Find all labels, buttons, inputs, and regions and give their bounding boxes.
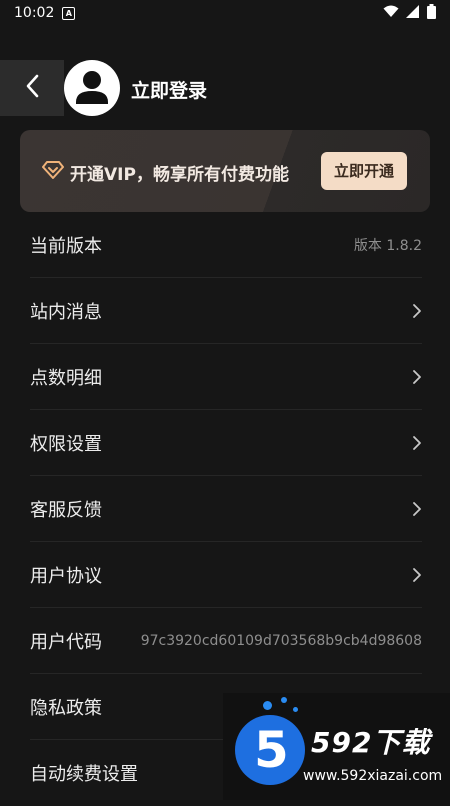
notification-icon: A: [62, 6, 76, 20]
menu-item-points[interactable]: 点数明细: [30, 344, 422, 410]
menu-item-user-agreement[interactable]: 用户协议: [30, 542, 422, 608]
logo-dot: [293, 707, 298, 712]
menu-item-permissions[interactable]: 权限设置: [30, 410, 422, 476]
vip-promo-text: 开通VIP，畅享所有付费功能: [70, 165, 289, 185]
signal-icon: [406, 4, 420, 22]
chevron-right-icon: [412, 501, 422, 517]
logo-dot: [263, 701, 272, 710]
menu-item-version[interactable]: 当前版本 版本 1.8.2: [30, 212, 422, 278]
status-bar: 10:02 A: [0, 0, 450, 26]
chevron-left-icon: [24, 73, 40, 103]
avatar[interactable]: [64, 60, 120, 116]
menu-item-label: 权限设置: [30, 433, 102, 455]
user-icon: [64, 71, 120, 116]
wifi-icon: [383, 5, 399, 22]
menu-item-feedback[interactable]: 客服反馈: [30, 476, 422, 542]
battery-icon: [427, 3, 436, 23]
chevron-right-icon: [412, 303, 422, 319]
user-code-value: 97c3920cd60109d703568b9cb4d98608: [140, 632, 422, 649]
menu-item-label: 用户代码: [30, 631, 102, 653]
menu-item-label: 客服反馈: [30, 499, 102, 521]
menu-item-label: 自动续费设置: [30, 764, 138, 785]
logo-dot: [281, 697, 287, 703]
logo-digit: 5: [254, 721, 289, 779]
menu-item-user-code[interactable]: 用户代码 97c3920cd60109d703568b9cb4d98608: [30, 608, 422, 674]
watermark-logo: 5 592下载 www.592xiazai.com: [223, 693, 450, 800]
vip-banner[interactable]: 开通VIP，畅享所有付费功能 立即开通: [20, 130, 430, 212]
back-button[interactable]: [0, 60, 64, 116]
menu-item-label: 隐私政策: [30, 697, 102, 719]
chevron-right-icon: [412, 567, 422, 583]
diamond-icon: [42, 160, 64, 184]
menu-item-label: 站内消息: [30, 301, 102, 323]
login-link[interactable]: 立即登录: [131, 76, 207, 103]
vip-open-button[interactable]: 立即开通: [321, 152, 407, 190]
chevron-right-icon: [412, 435, 422, 451]
status-time: 10:02: [14, 5, 55, 21]
chevron-right-icon: [412, 369, 422, 385]
menu-item-label: 当前版本: [30, 235, 102, 257]
menu-item-messages[interactable]: 站内消息: [30, 278, 422, 344]
logo-brand: 592下载: [311, 726, 431, 759]
header: 立即登录: [0, 60, 450, 116]
menu-item-label: 点数明细: [30, 367, 102, 389]
version-value: 版本 1.8.2: [353, 237, 422, 254]
menu-item-label: 用户协议: [30, 565, 102, 587]
logo-url: www.592xiazai.com: [303, 768, 443, 784]
